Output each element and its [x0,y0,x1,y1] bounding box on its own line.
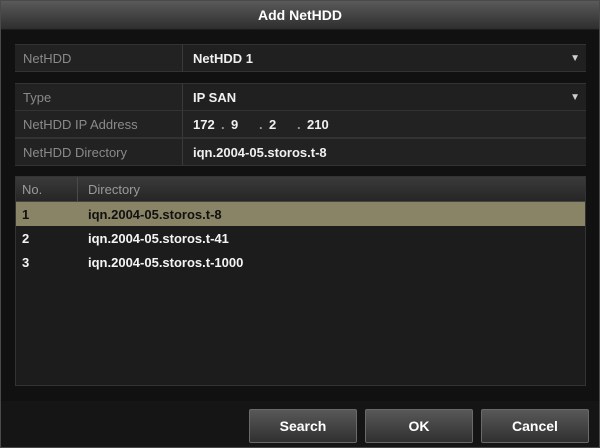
column-header-no: No. [16,177,78,201]
column-header-directory: Directory [88,181,141,197]
ip-segment-4[interactable]: 210 [307,117,335,132]
chevron-down-icon[interactable]: ▼ [570,92,580,103]
directory-value: iqn.2004-05.storos.t-8 [193,144,327,160]
directory-row: NetHDD Directory iqn.2004-05.storos.t-8 [15,138,586,166]
nethdd-label: NetHDD [15,45,183,71]
table-header: No. Directory [16,177,585,202]
directory-label: NetHDD Directory [15,139,183,165]
ip-dot: . [221,116,225,132]
row-no: 3 [22,254,30,270]
search-button[interactable]: Search [249,409,357,443]
row-directory: iqn.2004-05.storos.t-8 [88,206,222,222]
row-no: 2 [22,230,30,246]
nethdd-row: NetHDD NetHDD 1 ▼ [15,44,586,72]
type-label: Type [15,84,183,110]
row-directory: iqn.2004-05.storos.t-41 [88,230,229,246]
table-row[interactable]: 2 iqn.2004-05.storos.t-41 [16,226,585,250]
row-no: 1 [22,206,30,222]
type-value: IP SAN [193,89,237,105]
table-row[interactable]: 3 iqn.2004-05.storos.t-1000 [16,250,585,274]
directory-table: No. Directory 1 iqn.2004-05.storos.t-8 2… [15,176,586,386]
ip-address-row: NetHDD IP Address 172 . 9 . 2 . 210 [15,110,586,138]
ip-address-field[interactable]: 172 . 9 . 2 . 210 [183,111,586,137]
ip-segment-3[interactable]: 2 [269,117,297,132]
ok-button[interactable]: OK [365,409,473,443]
ip-dot: . [297,116,301,132]
nethdd-select[interactable]: NetHDD 1 ▼ [183,45,586,71]
ip-dot: . [259,116,263,132]
nethdd-value: NetHDD 1 [193,50,253,66]
chevron-down-icon[interactable]: ▼ [570,53,580,64]
type-select[interactable]: IP SAN ▼ [183,84,586,110]
type-row: Type IP SAN ▼ [15,83,586,111]
ip-address-label: NetHDD IP Address [15,111,183,137]
ip-segment-2[interactable]: 9 [231,117,259,132]
ip-segment-1[interactable]: 172 [193,117,221,132]
table-row[interactable]: 1 iqn.2004-05.storos.t-8 [16,202,585,226]
directory-input[interactable]: iqn.2004-05.storos.t-8 [183,139,586,165]
row-directory: iqn.2004-05.storos.t-1000 [88,254,244,270]
dialog-title: Add NetHDD [1,1,599,30]
cancel-button[interactable]: Cancel [481,409,589,443]
add-nethdd-dialog: Add NetHDD NetHDD NetHDD 1 ▼ Type IP SAN… [0,0,600,448]
